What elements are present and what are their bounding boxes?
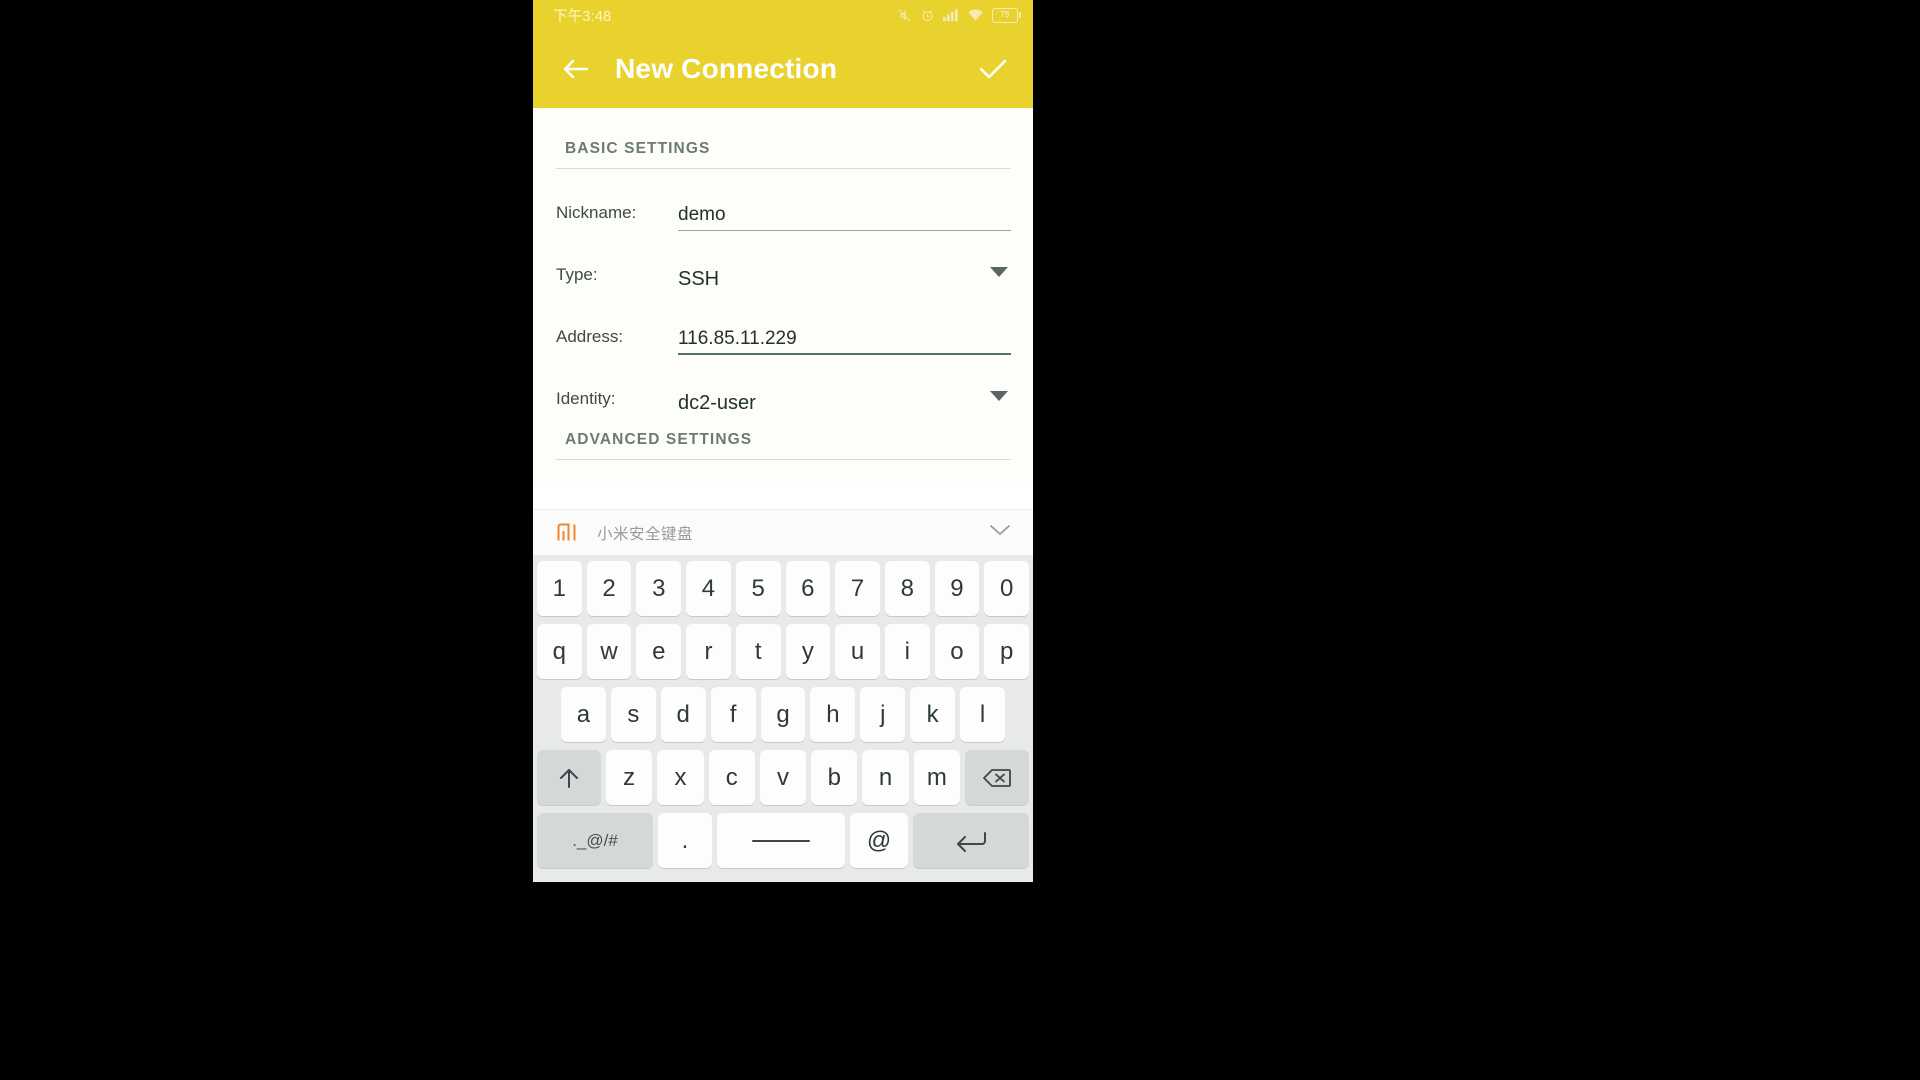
shift-up-icon[interactable] bbox=[537, 750, 602, 805]
wifi-icon bbox=[967, 8, 984, 22]
identity-value: dc2-user bbox=[678, 392, 756, 414]
advanced-settings-header: ADVANCED SETTINGS bbox=[565, 431, 753, 448]
key-3[interactable]: 3 bbox=[636, 561, 682, 616]
key-7[interactable]: 7 bbox=[835, 561, 880, 616]
address-label: Address: bbox=[556, 327, 624, 346]
key-w[interactable]: w bbox=[586, 624, 632, 679]
key-i[interactable]: i bbox=[884, 624, 930, 679]
chevron-down-icon bbox=[989, 389, 1009, 407]
keyboard-row-qwerty: q w e r t y u i o p bbox=[536, 624, 1030, 679]
key-p[interactable]: p bbox=[984, 624, 1030, 679]
key-o[interactable]: o bbox=[934, 624, 980, 679]
connection-form: BASIC SETTINGS Nickname: demo Type: SSH … bbox=[533, 108, 1033, 488]
field-row-type: Type: SSH bbox=[555, 231, 1011, 293]
key-t[interactable]: t bbox=[735, 624, 781, 679]
keyboard-row-bottom: ._@/# . @ bbox=[537, 813, 1029, 868]
key-8[interactable]: 8 bbox=[884, 561, 930, 616]
keyboard-name: 小米安全键盘 bbox=[597, 525, 694, 543]
section-divider bbox=[556, 459, 1011, 460]
key-1[interactable]: 1 bbox=[536, 561, 582, 616]
key-c[interactable]: c bbox=[708, 750, 755, 805]
soft-keyboard: 小米安全键盘 1 2 3 4 5 6 7 8 9 0 q w e r t y u… bbox=[533, 509, 1033, 882]
identity-select[interactable]: dc2-user bbox=[678, 389, 1011, 417]
identity-label: Identity: bbox=[556, 389, 616, 408]
nickname-input[interactable]: demo bbox=[678, 205, 1011, 231]
status-time: 下午3:48 bbox=[553, 8, 612, 25]
type-value: SSH bbox=[678, 268, 720, 290]
address-value: 116.85.11.229 bbox=[678, 328, 797, 349]
field-row-nickname: Nickname: demo bbox=[555, 169, 1011, 231]
mi-logo-icon bbox=[557, 523, 579, 542]
space-key[interactable] bbox=[717, 813, 845, 868]
key-at[interactable]: @ bbox=[850, 813, 908, 868]
chevron-down-icon[interactable] bbox=[989, 523, 1011, 542]
symbols-key[interactable]: ._@/# bbox=[537, 813, 653, 868]
key-z[interactable]: z bbox=[606, 750, 653, 805]
type-select[interactable]: SSH bbox=[678, 265, 1011, 293]
enter-return-icon[interactable] bbox=[913, 813, 1029, 868]
key-k[interactable]: k bbox=[910, 687, 956, 742]
key-u[interactable]: u bbox=[835, 624, 880, 679]
app-bar: New Connection bbox=[533, 30, 1033, 108]
field-row-address: Address: 116.85.11.229 bbox=[555, 293, 1011, 355]
backspace-icon[interactable] bbox=[964, 750, 1029, 805]
type-label: Type: bbox=[556, 265, 598, 284]
arrow-left-icon[interactable] bbox=[559, 52, 593, 86]
key-x[interactable]: x bbox=[657, 750, 704, 805]
key-0[interactable]: 0 bbox=[984, 561, 1030, 616]
key-r[interactable]: r bbox=[686, 624, 731, 679]
keyboard-row-zxcv: z x c v b n m bbox=[537, 750, 1029, 805]
key-2[interactable]: 2 bbox=[586, 561, 632, 616]
signal-icon bbox=[943, 8, 959, 22]
chevron-down-icon bbox=[989, 265, 1009, 283]
key-m[interactable]: m bbox=[913, 750, 960, 805]
space-bar-line bbox=[752, 839, 810, 842]
key-q[interactable]: q bbox=[536, 624, 582, 679]
key-a[interactable]: a bbox=[561, 687, 606, 742]
key-9[interactable]: 9 bbox=[934, 561, 980, 616]
key-j[interactable]: j bbox=[860, 687, 906, 742]
battery-icon: 75 bbox=[992, 7, 1021, 23]
key-5[interactable]: 5 bbox=[735, 561, 781, 616]
key-period[interactable]: . bbox=[658, 813, 712, 868]
nickname-value: demo bbox=[678, 204, 726, 225]
alarm-icon bbox=[920, 8, 935, 23]
keyboard-row-numbers: 1 2 3 4 5 6 7 8 9 0 bbox=[536, 561, 1030, 616]
key-e[interactable]: e bbox=[636, 624, 682, 679]
address-input[interactable]: 116.85.11.229 bbox=[678, 329, 1011, 355]
key-v[interactable]: v bbox=[759, 750, 807, 805]
key-y[interactable]: y bbox=[785, 624, 831, 679]
key-b[interactable]: b bbox=[811, 750, 858, 805]
page-title: New Connection bbox=[615, 53, 838, 84]
key-n[interactable]: n bbox=[862, 750, 909, 805]
mute-icon bbox=[897, 8, 912, 23]
key-6[interactable]: 6 bbox=[785, 561, 831, 616]
field-row-identity: Identity: dc2-user bbox=[555, 355, 1011, 417]
basic-settings-header: BASIC SETTINGS bbox=[565, 140, 711, 157]
key-h[interactable]: h bbox=[810, 687, 856, 742]
keyboard-header: 小米安全键盘 bbox=[533, 509, 1033, 555]
key-d[interactable]: d bbox=[660, 687, 706, 742]
key-g[interactable]: g bbox=[760, 687, 806, 742]
key-4[interactable]: 4 bbox=[686, 561, 731, 616]
status-bar: 下午3:48 75 bbox=[533, 0, 1033, 30]
keyboard-rows: 1 2 3 4 5 6 7 8 9 0 q w e r t y u i o p … bbox=[533, 555, 1033, 882]
keyboard-row-asdf: a s d f g h j k l bbox=[537, 687, 1029, 742]
check-icon[interactable] bbox=[975, 51, 1011, 87]
phone-screen: 下午3:48 75 New Connection BASIC SETTINGS … bbox=[533, 0, 1033, 882]
status-icon-group: 75 bbox=[897, 7, 1021, 23]
battery-level: 75 bbox=[1000, 10, 1010, 19]
key-l[interactable]: l bbox=[960, 687, 1006, 742]
nickname-label: Nickname: bbox=[556, 203, 637, 222]
key-f[interactable]: f bbox=[710, 687, 756, 742]
key-s[interactable]: s bbox=[610, 687, 656, 742]
